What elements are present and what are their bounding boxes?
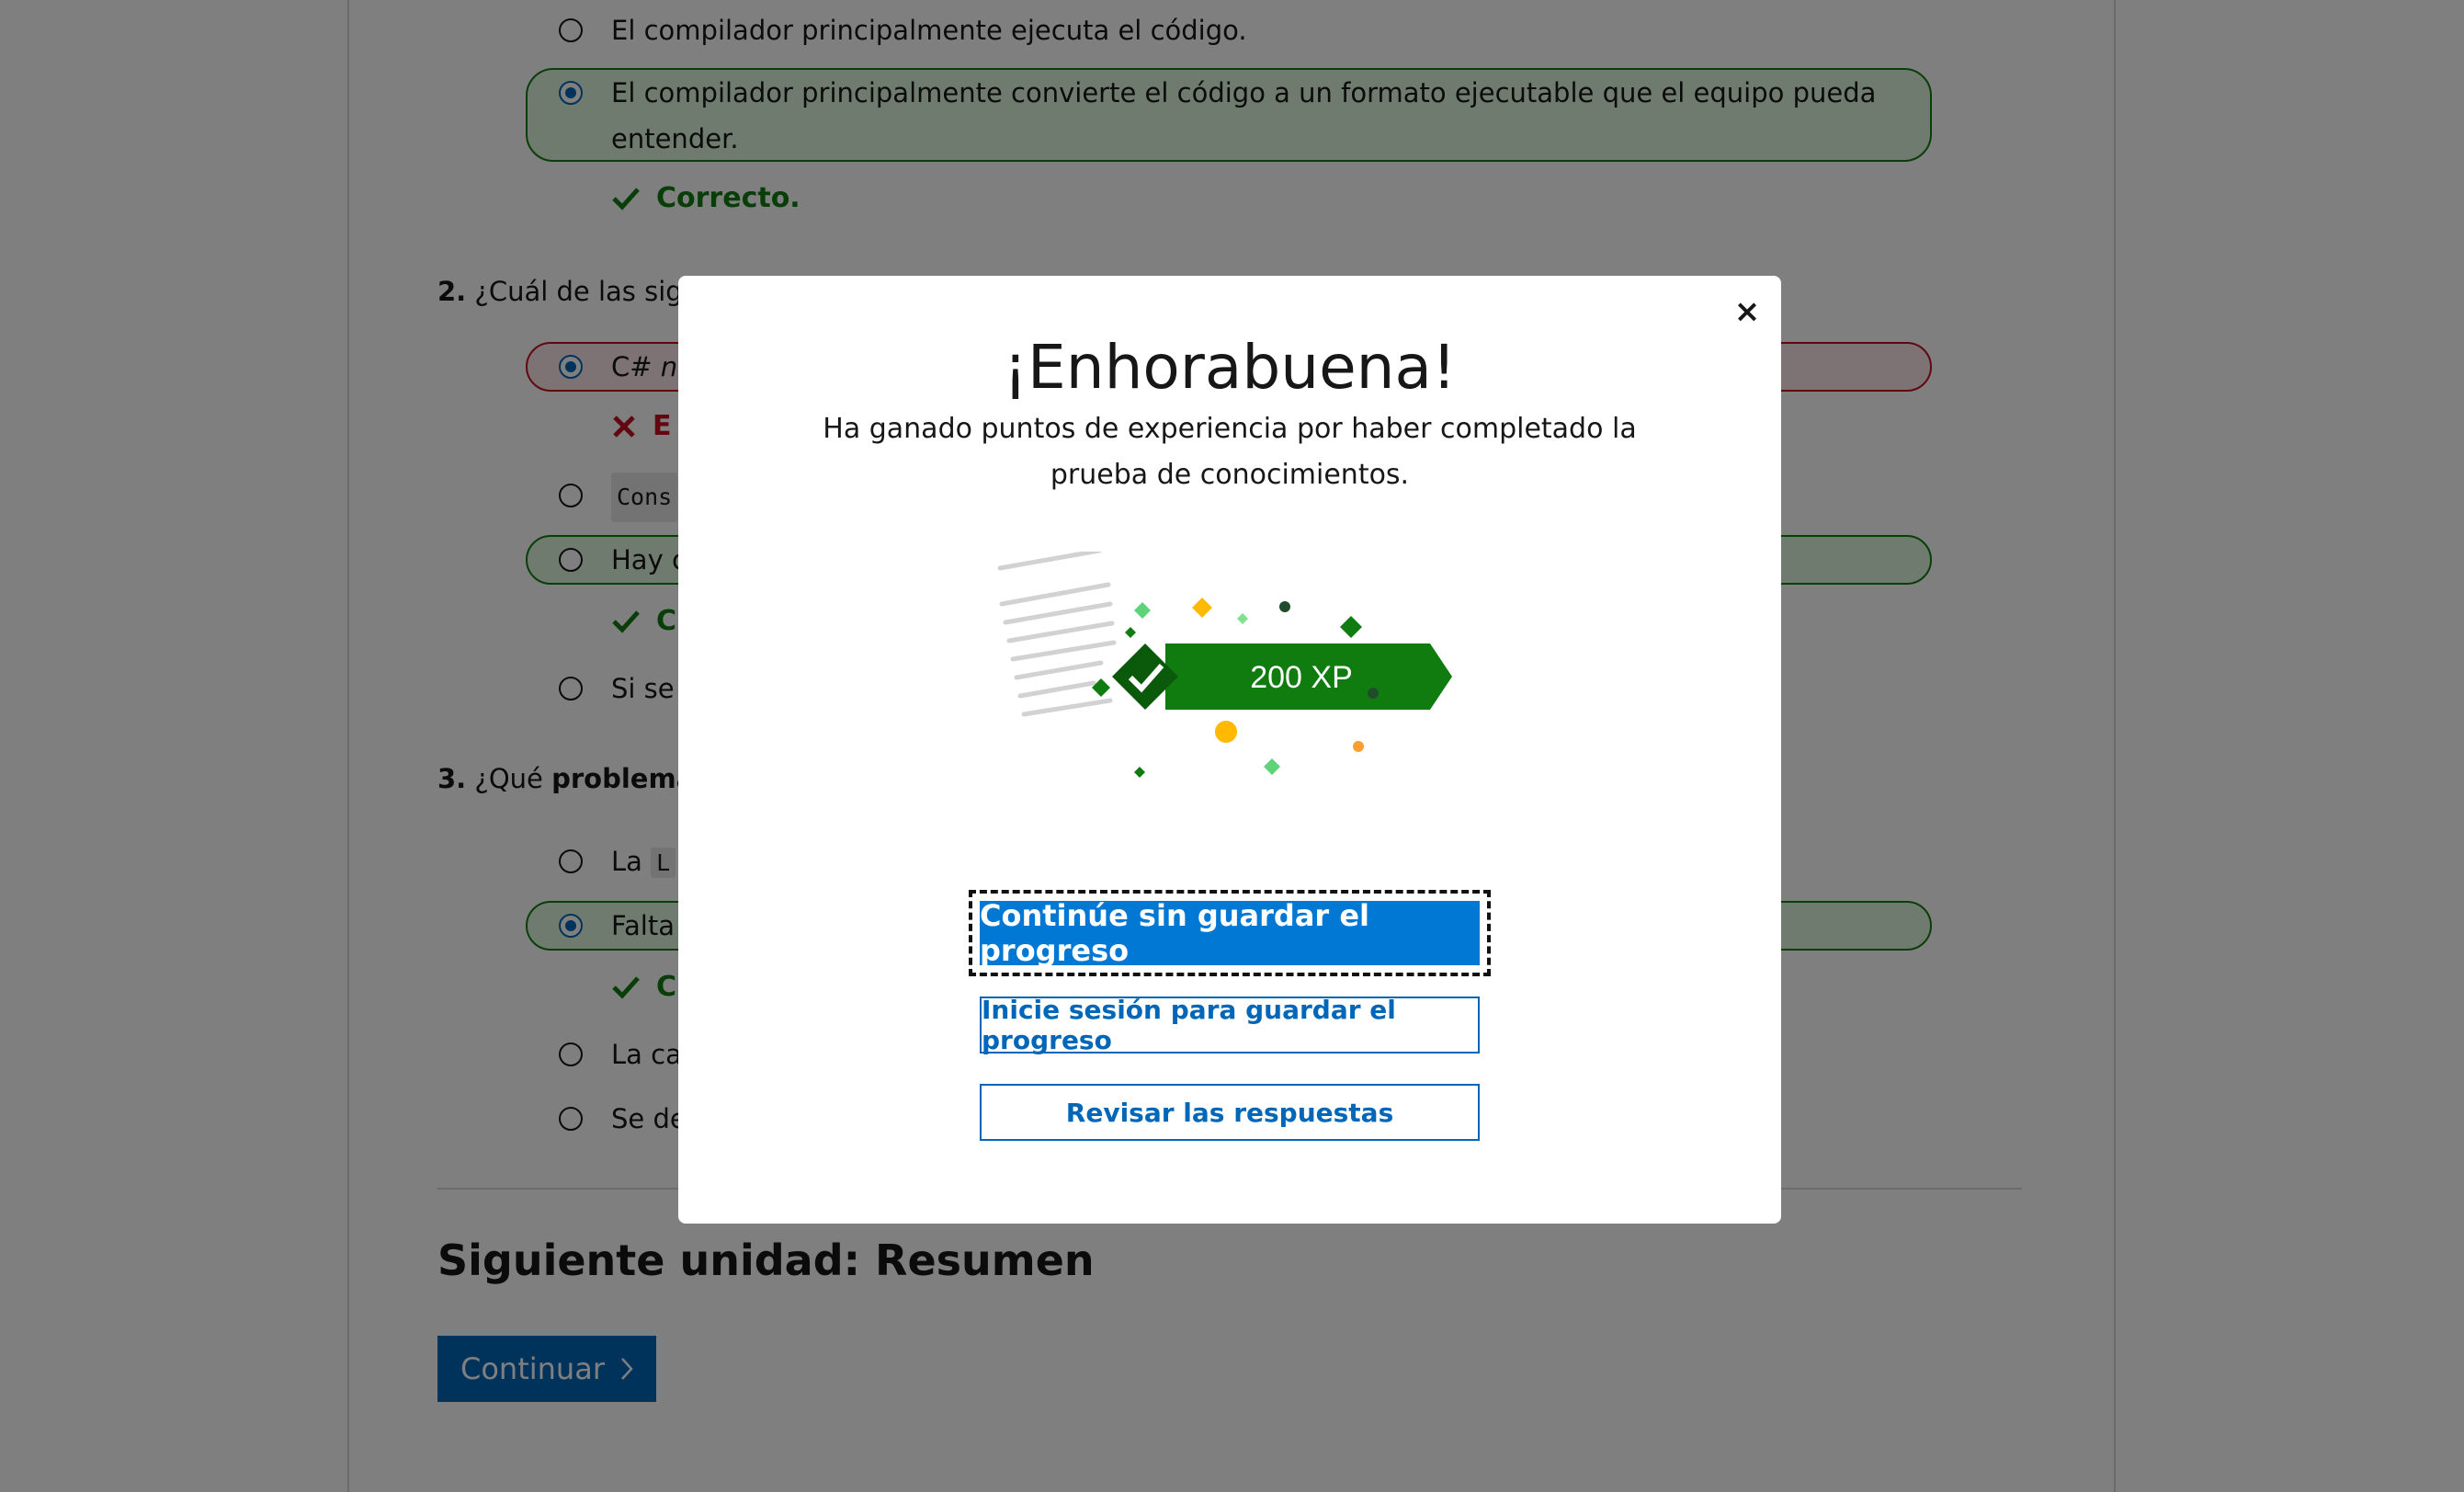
- review-answers-button[interactable]: Revisar las respuestas: [980, 1084, 1480, 1141]
- continue-without-saving-button[interactable]: Continúe sin guardar el progreso: [980, 898, 1480, 968]
- congratulations-dialog: × ¡Enhorabuena! Ha ganado puntos de expe…: [678, 276, 1781, 1224]
- xp-badge-illustration: 200 XP: [997, 552, 1452, 778]
- close-icon[interactable]: ×: [1732, 296, 1763, 327]
- sign-in-button[interactable]: Inicie sesión para guardar el progreso: [980, 995, 1480, 1055]
- dialog-title: ¡Enhorabuena!: [1003, 332, 1457, 403]
- dialog-message: Ha ganado puntos de experiencia por habe…: [823, 413, 1637, 491]
- svg-text:200 XP: 200 XP: [1250, 660, 1353, 695]
